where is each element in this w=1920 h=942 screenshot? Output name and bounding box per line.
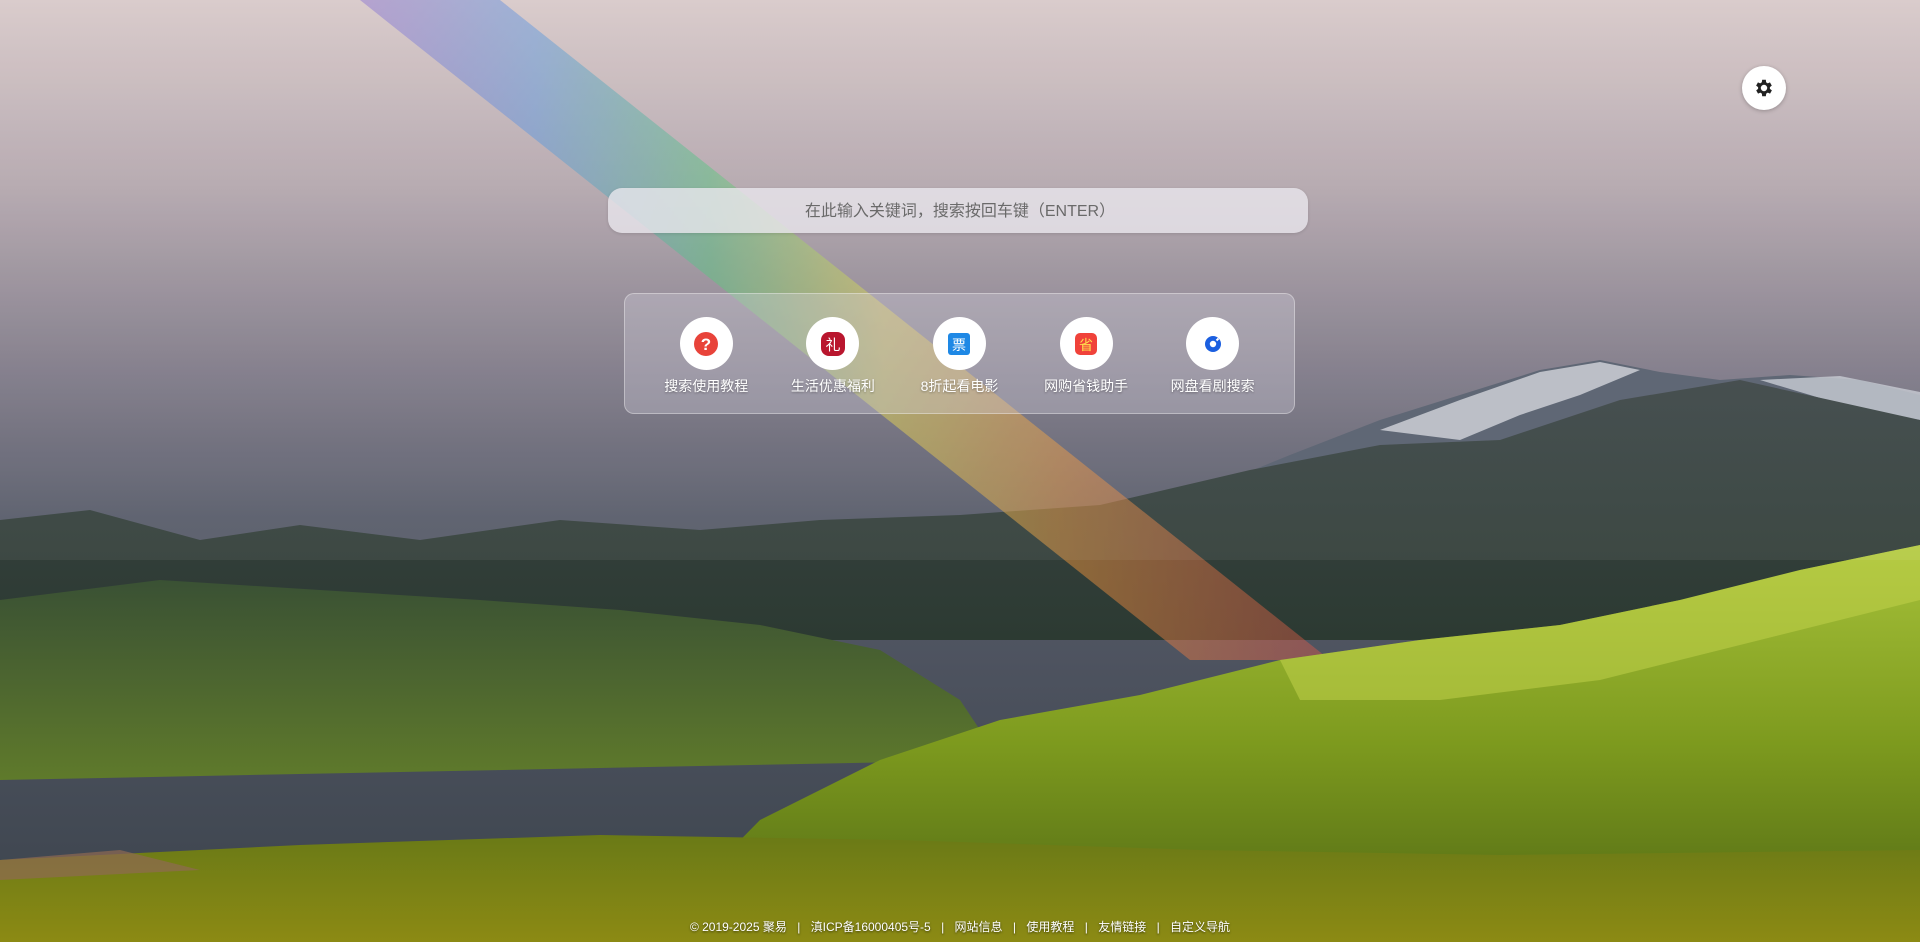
quick-link-label: 搜索使用教程 [664, 378, 749, 394]
search-box [608, 188, 1312, 235]
quick-links-panel: ? 搜索使用教程 礼 生活优惠福利 票 8折起看电影 省 网购省钱助手 网盘看剧… [624, 293, 1295, 414]
quick-link-label: 网盘看剧搜索 [1170, 378, 1255, 394]
coupon-icon: 省 [1059, 317, 1113, 370]
question-icon: ? [679, 317, 733, 370]
quick-link-movie-tickets[interactable]: 票 8折起看电影 [899, 317, 1019, 396]
quick-link-search-tutorial[interactable]: ? 搜索使用教程 [646, 317, 766, 396]
svg-text:省: 省 [1079, 338, 1093, 354]
ticket-icon: 票 [932, 317, 986, 370]
settings-button[interactable] [1742, 66, 1786, 110]
svg-text:票: 票 [952, 338, 966, 354]
footer-separator: | [941, 920, 945, 934]
quick-link-shopping-saver[interactable]: 省 网购省钱助手 [1026, 317, 1146, 396]
quick-link-label: 生活优惠福利 [790, 378, 875, 394]
footer-copyright: © 2019-2025 聚易 [689, 920, 787, 934]
landscape-background [0, 0, 1920, 942]
svg-text:?: ? [701, 335, 711, 354]
footer-icp-link[interactable]: 滇ICP备16000405号-5 [811, 920, 931, 934]
quick-link-life-discounts[interactable]: 礼 生活优惠福利 [773, 317, 893, 396]
page-background: ? 搜索使用教程 礼 生活优惠福利 票 8折起看电影 [0, 0, 1920, 942]
quick-link-label: 网购省钱助手 [1044, 378, 1129, 394]
footer-link-friend-links[interactable]: 友情链接 [1098, 920, 1146, 934]
footer-link-tutorial[interactable]: 使用教程 [1026, 920, 1074, 934]
footer: © 2019-2025 聚易 | 滇ICP备16000405号-5 | 网站信息… [0, 918, 1920, 935]
search-input[interactable] [608, 188, 1312, 235]
footer-separator: | [1084, 920, 1088, 934]
quick-link-label: 8折起看电影 [920, 378, 999, 394]
footer-link-site-info[interactable]: 网站信息 [955, 920, 1003, 934]
footer-separator: | [1012, 920, 1017, 934]
svg-text:礼: 礼 [825, 336, 840, 354]
gear-icon [1756, 79, 1772, 97]
footer-separator: | [1156, 920, 1160, 934]
footer-separator: | [797, 920, 801, 934]
footer-link-custom-nav[interactable]: 自定义导航 [1170, 920, 1230, 934]
quick-link-cloud-drive-search[interactable]: 网盘看剧搜索 [1153, 317, 1273, 396]
cloud-drive-icon [1186, 317, 1240, 370]
gift-icon: 礼 [806, 317, 860, 370]
